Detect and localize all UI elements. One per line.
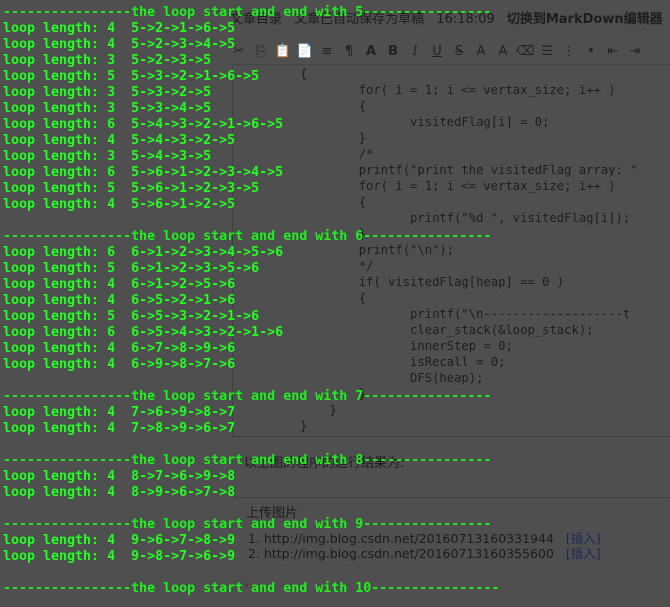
loop-result-line: loop length: 4 5->2->3->4->5: [3, 37, 236, 52]
loop-result-line: loop length: 4 8->9->6->7->8: [3, 485, 236, 500]
loop-result-line: loop length: 3 5->2->3->5: [3, 53, 212, 68]
loop-result-line: loop length: 4 9->8->7->6->9: [3, 549, 236, 564]
loop-result-line: loop length: 5 5->6->1->2->3->5: [3, 181, 260, 196]
loop-section-header: ----------------the loop start and end w…: [3, 229, 492, 244]
loop-section-header: ----------------the loop start and end w…: [3, 517, 492, 532]
loop-result-line: loop length: 4 5->4->3->2->5: [3, 133, 236, 148]
loop-section-header: ----------------the loop start and end w…: [3, 581, 500, 596]
loop-result-line: loop length: 5 6->5->3->2->1->6: [3, 309, 260, 324]
terminal-output: ----------------the loop start and end w…: [3, 5, 670, 597]
loop-result-line: loop length: 4 6->7->8->9->6: [3, 341, 236, 356]
loop-result-line: loop length: 3 5->4->3->5: [3, 149, 212, 164]
loop-result-line: loop length: 5 6->1->2->3->5->6: [3, 261, 260, 276]
loop-result-line: loop length: 4 5->2->1->6->5: [3, 21, 236, 36]
loop-result-line: loop length: 3 5->3->4->5: [3, 101, 212, 116]
loop-result-line: loop length: 4 6->9->8->7->6: [3, 357, 236, 372]
loop-section-header: ----------------the loop start and end w…: [3, 389, 492, 404]
loop-result-line: loop length: 4 6->1->2->5->6: [3, 277, 236, 292]
loop-result-line: loop length: 6 6->5->4->3->2->1->6: [3, 325, 284, 340]
loop-result-line: loop length: 3 5->3->2->5: [3, 85, 212, 100]
loop-result-line: loop length: 4 5->6->1->2->5: [3, 197, 236, 212]
loop-result-line: loop length: 6 5->6->1->2->3->4->5: [3, 165, 284, 180]
loop-result-line: loop length: 5 5->3->2->1->6->5: [3, 69, 260, 84]
loop-section-header: ----------------the loop start and end w…: [3, 5, 492, 20]
loop-result-line: loop length: 4 6->5->2->1->6: [3, 293, 236, 308]
loop-result-line: loop length: 6 5->4->3->2->1->6->5: [3, 117, 284, 132]
loop-result-line: loop length: 4 9->6->7->8->9: [3, 533, 236, 548]
loop-result-line: loop length: 4 7->8->9->6->7: [3, 421, 236, 436]
loop-section-header: ----------------the loop start and end w…: [3, 453, 492, 468]
loop-result-line: loop length: 4 7->6->9->8->7: [3, 405, 236, 420]
loop-result-line: loop length: 6 6->1->2->3->4->5->6: [3, 245, 284, 260]
loop-result-line: loop length: 4 8->7->6->9->8: [3, 469, 236, 484]
